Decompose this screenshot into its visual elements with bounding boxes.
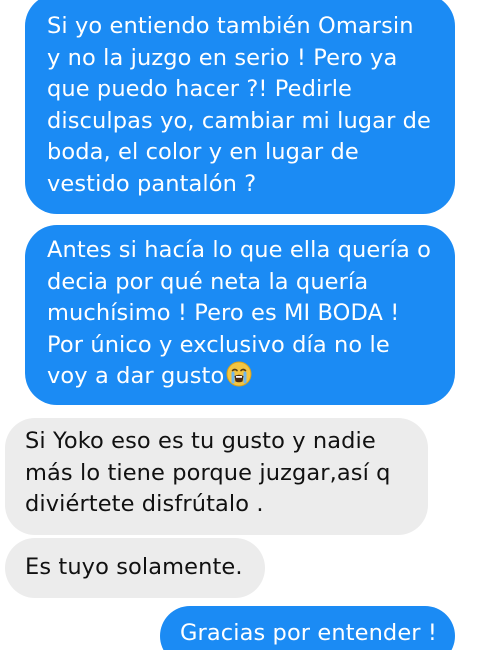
sent-message-bubble[interactable]: Gracias por entender ! <box>160 606 455 650</box>
message-text: Si Yoko eso es tu gusto y nadie más lo t… <box>25 428 391 517</box>
message-text: Gracias por entender ! <box>180 620 437 646</box>
message-thread: Si yo entiendo también Omarsin y no la j… <box>0 0 496 650</box>
message-text: Si yo entiendo también Omarsin y no la j… <box>47 13 431 197</box>
received-message-bubble[interactable]: Si Yoko eso es tu gusto y nadie más lo t… <box>5 418 428 535</box>
message-text: Es tuyo solamente. <box>25 554 243 580</box>
received-message-bubble[interactable]: Es tuyo solamente. <box>5 538 265 598</box>
loudly-crying-face-icon <box>226 361 252 387</box>
sent-message-bubble[interactable]: Antes si hacía lo que ella quería o deci… <box>25 225 455 405</box>
sent-message-bubble[interactable]: Si yo entiendo también Omarsin y no la j… <box>25 0 455 214</box>
